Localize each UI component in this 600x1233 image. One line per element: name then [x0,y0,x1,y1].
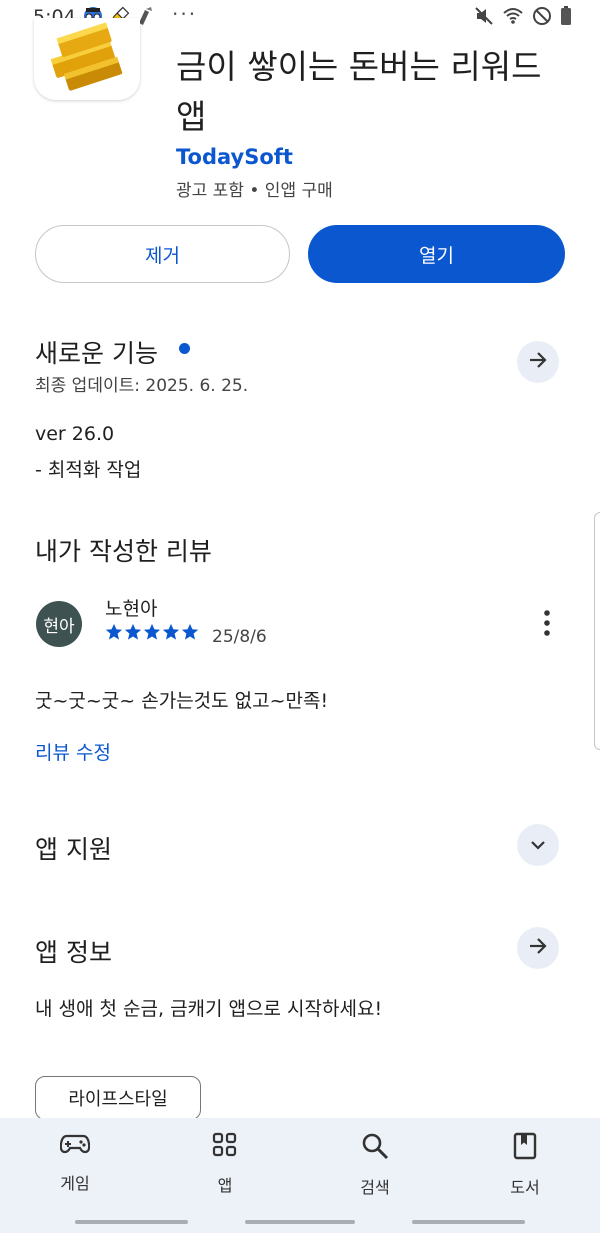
app-meta: 광고 포함 • 인앱 구매 [176,181,333,201]
nav-indicator [75,1220,188,1224]
nav-indicator [245,1220,355,1224]
avatar: 현아 [36,601,82,647]
nav-books[interactable]: 도서 [475,1132,575,1198]
remove-button[interactable]: 제거 [35,225,290,283]
new-indicator-dot [179,343,190,354]
more-vert-icon [544,610,550,640]
scroll-handle[interactable] [594,512,600,750]
review-text: 굿~굿~굿~ 손가는것도 없고~만족! [35,690,329,712]
star-icon [143,623,161,645]
whats-new-arrow-button[interactable] [517,341,559,383]
nav-apps[interactable]: 앱 [175,1132,275,1196]
edit-review-link[interactable]: 리뷰 수정 [35,738,111,765]
review-author: 노현아 [105,598,158,620]
update-note: - 최적화 작업 [35,459,142,481]
my-review-title: 내가 작성한 리뷰 [35,537,212,566]
nav-games-label: 게임 [60,1174,90,1193]
status-icons-right [474,6,572,30]
app-description: 내 생애 첫 순금, 금캐기 앱으로 시작하세요! [35,998,383,1020]
battery-icon [560,6,572,30]
mute-icon [474,6,494,30]
gamepad-icon [59,1134,91,1160]
star-icon [105,623,123,645]
category-chip[interactable]: 라이프스타일 [35,1076,201,1120]
star-icon [124,623,142,645]
search-icon [361,1133,389,1164]
app-support-title: 앱 지원 [35,835,112,864]
wifi-icon [502,6,524,30]
book-icon [513,1132,537,1164]
arrow-right-icon [528,350,548,374]
last-updated: 최종 업데이트: 2025. 6. 25. [35,376,249,396]
whats-new-title: 새로운 기능 [35,339,158,368]
app-title: 금이 쌓이는 돈버는 리워드 앱 [176,47,542,136]
nav-search[interactable]: 검색 [325,1132,425,1198]
open-button[interactable]: 열기 [308,225,565,283]
star-icon [162,623,180,645]
review-more-button[interactable] [537,610,557,640]
apps-grid-icon [212,1132,238,1162]
developer-link[interactable]: TodaySoft [176,145,293,169]
arrow-right-icon [528,936,548,960]
star-icon [181,623,199,645]
status-more: ··· [172,2,198,26]
nav-games[interactable]: 게임 [25,1132,125,1194]
app-info-arrow-button[interactable] [517,927,559,969]
nav-search-label: 검색 [360,1178,390,1197]
nav-indicator [412,1220,525,1224]
version-text: ver 26.0 [35,423,115,445]
block-icon [532,6,552,30]
nav-books-label: 도서 [510,1178,540,1197]
bottom-nav: 게임 앱 검색 도서 [0,1118,600,1233]
app-support-expand-button[interactable] [517,824,559,866]
app-info-title: 앱 정보 [35,938,112,967]
rating-stars [105,623,199,645]
review-date: 25/8/6 [212,627,267,647]
chevron-down-icon [530,836,546,855]
app-icon [34,18,140,100]
nav-apps-label: 앱 [217,1176,233,1195]
